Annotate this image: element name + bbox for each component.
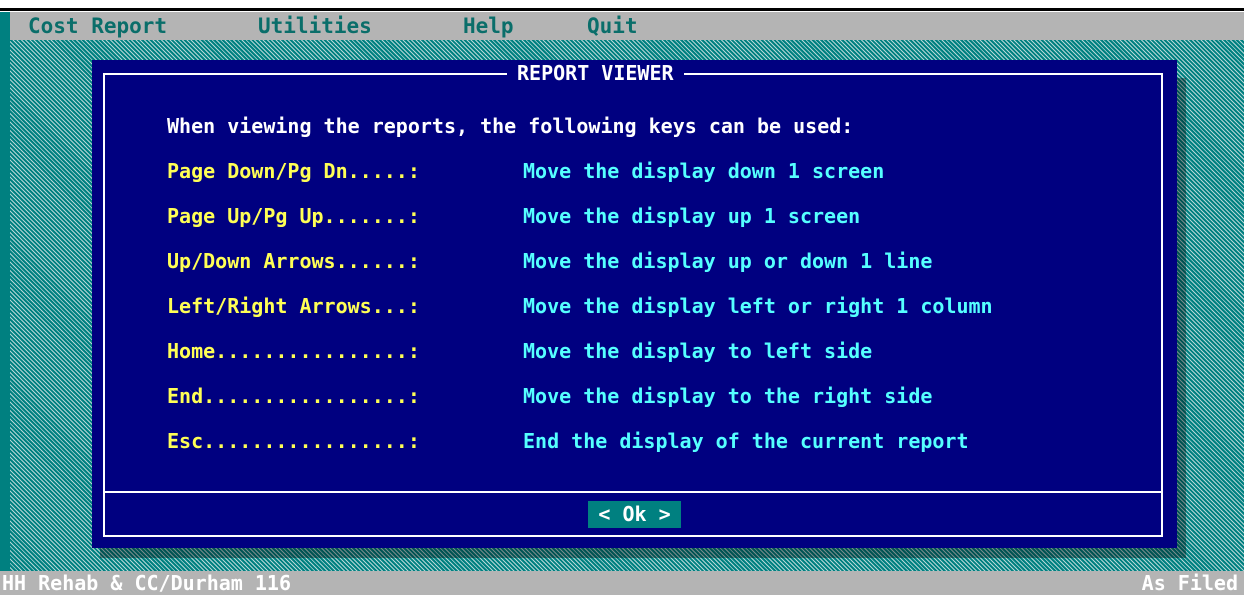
- menu-utilities[interactable]: Utilities: [258, 13, 372, 39]
- menu-help[interactable]: Help: [463, 13, 514, 39]
- key-label-home: Home................:: [167, 339, 420, 363]
- window-top-border: [0, 0, 1244, 12]
- key-description-home: Move the display to left side: [523, 339, 873, 363]
- key-description-page-up: Move the display up 1 screen: [523, 204, 861, 228]
- menu-cost-report[interactable]: Cost Report: [28, 13, 167, 39]
- key-description-end: Move the display to the right side: [523, 384, 933, 408]
- key-label-up-down-arrows: Up/Down Arrows......:: [167, 249, 420, 273]
- menu-quit[interactable]: Quit: [587, 13, 638, 39]
- ok-button[interactable]: < Ok >: [588, 501, 681, 528]
- key-label-page-down: Page Down/Pg Dn.....:: [167, 159, 420, 183]
- status-bar: HH Rehab & CC/Durham 116 As Filed: [0, 571, 1244, 595]
- status-filing-mode: As Filed: [1141, 571, 1238, 595]
- key-label-end: End.................:: [167, 384, 420, 408]
- window-top-line: [0, 8, 1244, 11]
- status-facility-name: HH Rehab & CC/Durham 116: [2, 571, 291, 595]
- key-description-page-down: Move the display down 1 screen: [523, 159, 885, 183]
- key-description-up-down-arrows: Move the display up or down 1 line: [523, 249, 933, 273]
- menu-bar: Cost Report Utilities Help Quit: [10, 12, 1244, 40]
- key-label-esc: Esc.................:: [167, 429, 420, 453]
- key-label-page-up: Page Up/Pg Up.......:: [167, 204, 420, 228]
- dialog-separator: [105, 491, 1163, 493]
- key-description-left-right-arrows: Move the display left or right 1 column: [523, 294, 993, 318]
- dialog-title: REPORT VIEWER: [507, 60, 684, 86]
- dialog-intro-text: When viewing the reports, the following …: [167, 114, 854, 138]
- key-description-esc: End the display of the current report: [523, 429, 969, 453]
- key-label-left-right-arrows: Left/Right Arrows...:: [167, 294, 420, 318]
- report-viewer-dialog: REPORT VIEWER When viewing the reports, …: [92, 60, 1177, 548]
